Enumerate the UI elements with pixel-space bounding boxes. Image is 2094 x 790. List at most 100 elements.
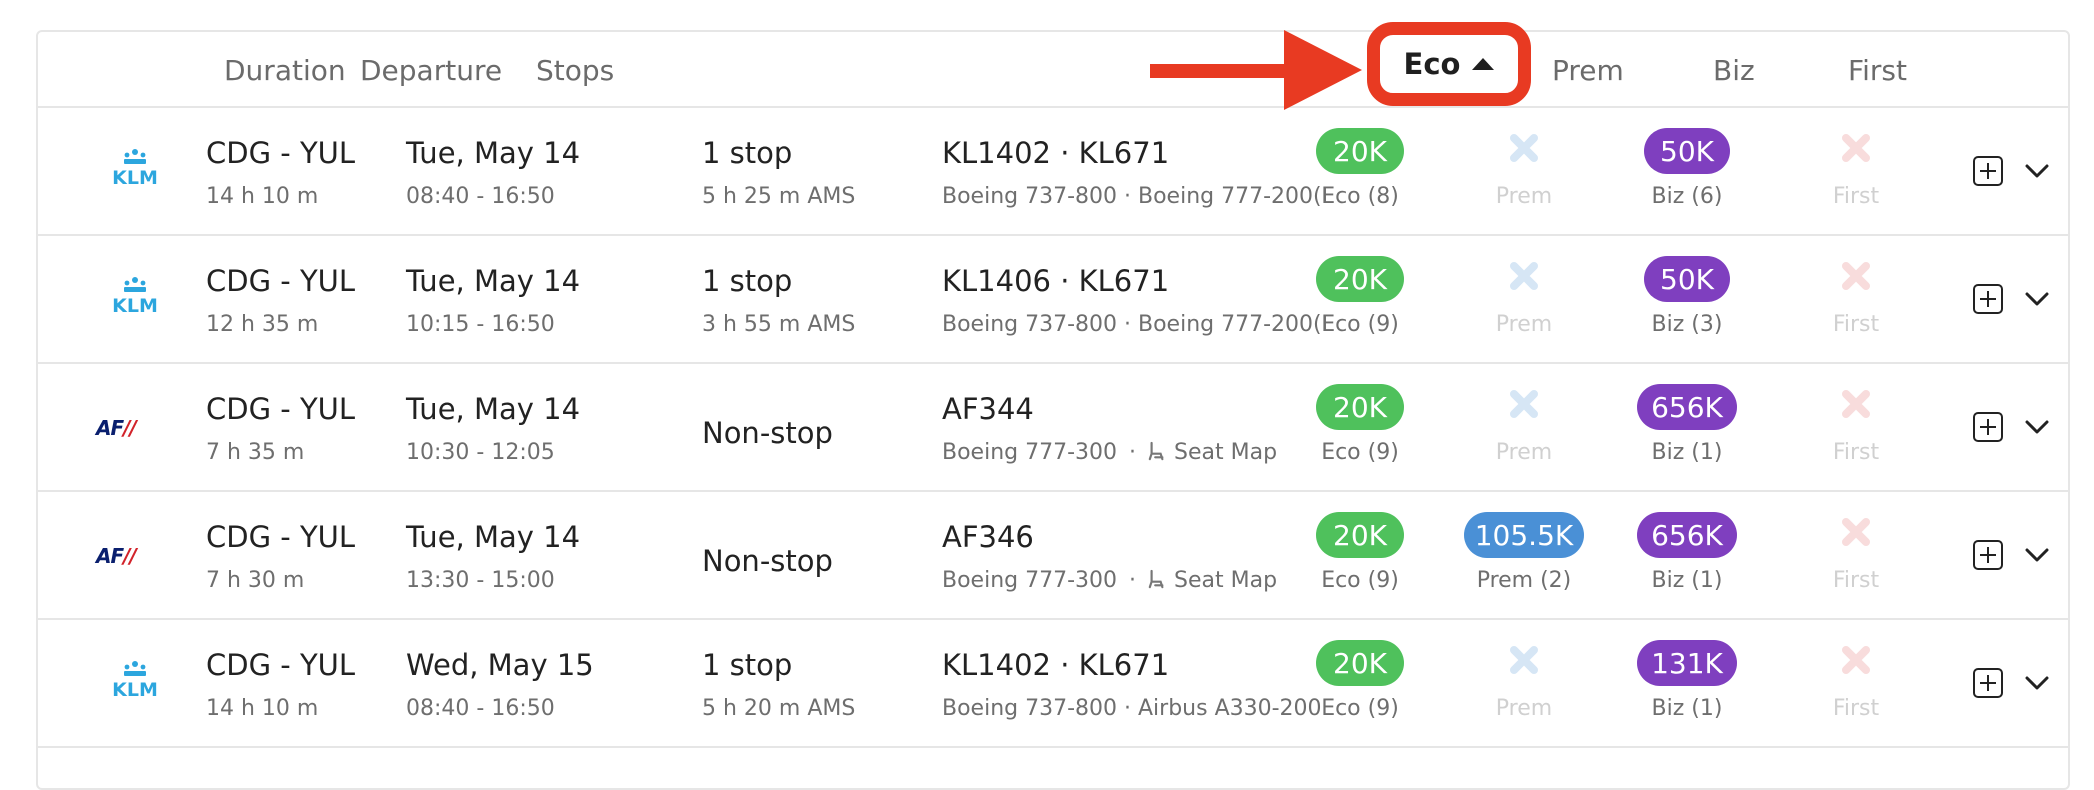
seat-map-label: Seat Map [1174,440,1278,465]
route: CDG - YUL [206,136,356,170]
stops-count: Non-stop [702,544,833,578]
flight-duration: 7 h 30 m [206,568,305,593]
aircraft-type: Boeing 777-300 [942,568,1118,593]
departure-times: 10:30 - 12:05 [406,440,555,465]
stops-column-header[interactable]: Stops [536,54,614,87]
prem-availability: Prem [1495,184,1553,209]
aircraft-type: Boeing 737-800 · Airbus A330-200 [942,696,1322,721]
eco-price-badge[interactable]: 20K [1316,512,1404,558]
route: CDG - YUL [206,520,356,554]
first-unavailable-icon [1838,642,1874,678]
stops-count: 1 stop [702,136,793,170]
chevron-down-icon[interactable] [2024,291,2050,307]
table-row[interactable]: KLM CDG - YUL 14 h 10 m Tue, May 14 08:40 - … [38,108,2068,236]
eco-price-badge[interactable]: 20K [1316,128,1404,174]
stops-count: 1 stop [702,264,793,298]
first-column-header[interactable]: First [1848,54,1907,87]
prem-availability: Prem [1495,696,1553,721]
biz-price-badge[interactable]: 50K [1644,256,1730,302]
aircraft-type: Boeing 737-800 · Boeing 777-200(ER) [942,184,1326,209]
table-header: Duration Departure Stops Eco Prem Biz Fi… [38,22,2068,110]
flight-results-table: Duration Departure Stops Eco Prem Biz Fi… [36,22,2070,790]
add-flight-button[interactable] [1973,540,2003,570]
flight-duration: 7 h 35 m [206,440,305,465]
prem-price-badge[interactable]: 105.5K [1464,512,1584,558]
route: CDG - YUL [206,264,356,298]
biz-price-badge[interactable]: 50K [1644,128,1730,174]
table-row[interactable]: AF// CDG - YUL 7 h 35 m Tue, May 14 10:30 - … [38,364,2068,492]
first-availability: First [1832,312,1880,337]
add-flight-button[interactable] [1973,668,2003,698]
add-flight-button[interactable] [1973,412,2003,442]
eco-highlight-box: Eco [1367,22,1531,106]
chevron-down-icon[interactable] [2024,675,2050,691]
eco-price-badge[interactable]: 20K [1316,640,1404,686]
flight-duration: 14 h 10 m [206,184,319,209]
biz-column-header[interactable]: Biz [1713,54,1755,87]
first-unavailable-icon [1838,514,1874,550]
aircraft-info: Boeing 777-300 · Seat Map [942,440,1278,465]
add-flight-button[interactable] [1973,284,2003,314]
layover-info: 3 h 55 m AMS [702,312,856,337]
biz-price-badge[interactable]: 131K [1637,640,1737,686]
flight-numbers: KL1402 · KL671 [942,648,1170,682]
prem-availability: Prem [1495,312,1553,337]
stops-count: 1 stop [702,648,793,682]
first-availability: First [1832,184,1880,209]
flight-numbers: KL1402 · KL671 [942,136,1170,170]
svg-text:KLM: KLM [112,679,158,701]
eco-availability: Eco (9) [1321,440,1399,465]
seat-map-link[interactable]: Seat Map [1148,440,1277,465]
departure-times: 10:15 - 16:50 [406,312,555,337]
add-flight-button[interactable] [1973,156,2003,186]
prem-availability: Prem (2) [1476,568,1572,593]
chevron-down-icon[interactable] [2024,419,2050,435]
klm-logo: KLM [100,272,170,328]
biz-availability: Biz (1) [1651,696,1723,721]
eco-column-label: Eco [1403,47,1461,81]
prem-unavailable-icon [1506,258,1542,294]
layover-info: 5 h 20 m AMS [702,696,856,721]
biz-availability: Biz (3) [1651,312,1723,337]
biz-price-badge[interactable]: 656K [1637,384,1737,430]
eco-price-badge[interactable]: 20K [1316,256,1404,302]
stops-count: Non-stop [702,416,833,450]
svg-text:KLM: KLM [112,295,158,317]
route: CDG - YUL [206,648,356,682]
chevron-down-icon[interactable] [2024,163,2050,179]
eco-sort-header[interactable]: Eco [1380,35,1518,93]
departure-times: 08:40 - 16:50 [406,696,555,721]
sort-ascending-icon [1472,58,1495,70]
biz-availability: Biz (1) [1651,568,1723,593]
seat-map-label: Seat Map [1174,568,1278,593]
table-row[interactable]: KLM CDG - YUL 14 h 10 m Wed, May 15 08:40 - … [38,620,2068,748]
first-unavailable-icon [1838,386,1874,422]
klm-logo: KLM [100,144,170,200]
table-row[interactable]: AF// CDG - YUL 7 h 30 m Tue, May 14 13:30 - … [38,492,2068,620]
flight-duration: 14 h 10 m [206,696,319,721]
prem-unavailable-icon [1506,130,1542,166]
table-row[interactable]: KLM CDG - YUL 12 h 35 m Tue, May 14 10:15 - … [38,236,2068,364]
eco-price-badge[interactable]: 20K [1316,384,1404,430]
departure-column-header[interactable]: Departure [360,54,502,87]
eco-availability: Eco (8) [1321,184,1399,209]
departure-times: 08:40 - 16:50 [406,184,555,209]
eco-availability: Eco (9) [1321,568,1399,593]
annotation-arrow-head [1284,30,1362,110]
prem-column-header[interactable]: Prem [1552,54,1624,87]
departure-date: Tue, May 14 [406,392,581,426]
layover-info: 5 h 25 m AMS [702,184,856,209]
biz-availability: Biz (1) [1651,440,1723,465]
prem-availability: Prem [1495,440,1553,465]
duration-column-header[interactable]: Duration [224,54,346,87]
seat-map-link[interactable]: Seat Map [1148,568,1277,593]
flight-duration: 12 h 35 m [206,312,319,337]
biz-availability: Biz (6) [1651,184,1723,209]
air-france-logo: AF// [96,416,137,440]
svg-text:KLM: KLM [112,167,158,189]
aircraft-type: Boeing 777-300 [942,440,1118,465]
biz-price-badge[interactable]: 656K [1637,512,1737,558]
air-france-logo: AF// [96,544,137,568]
flight-numbers: AF344 [942,392,1034,426]
chevron-down-icon[interactable] [2024,547,2050,563]
